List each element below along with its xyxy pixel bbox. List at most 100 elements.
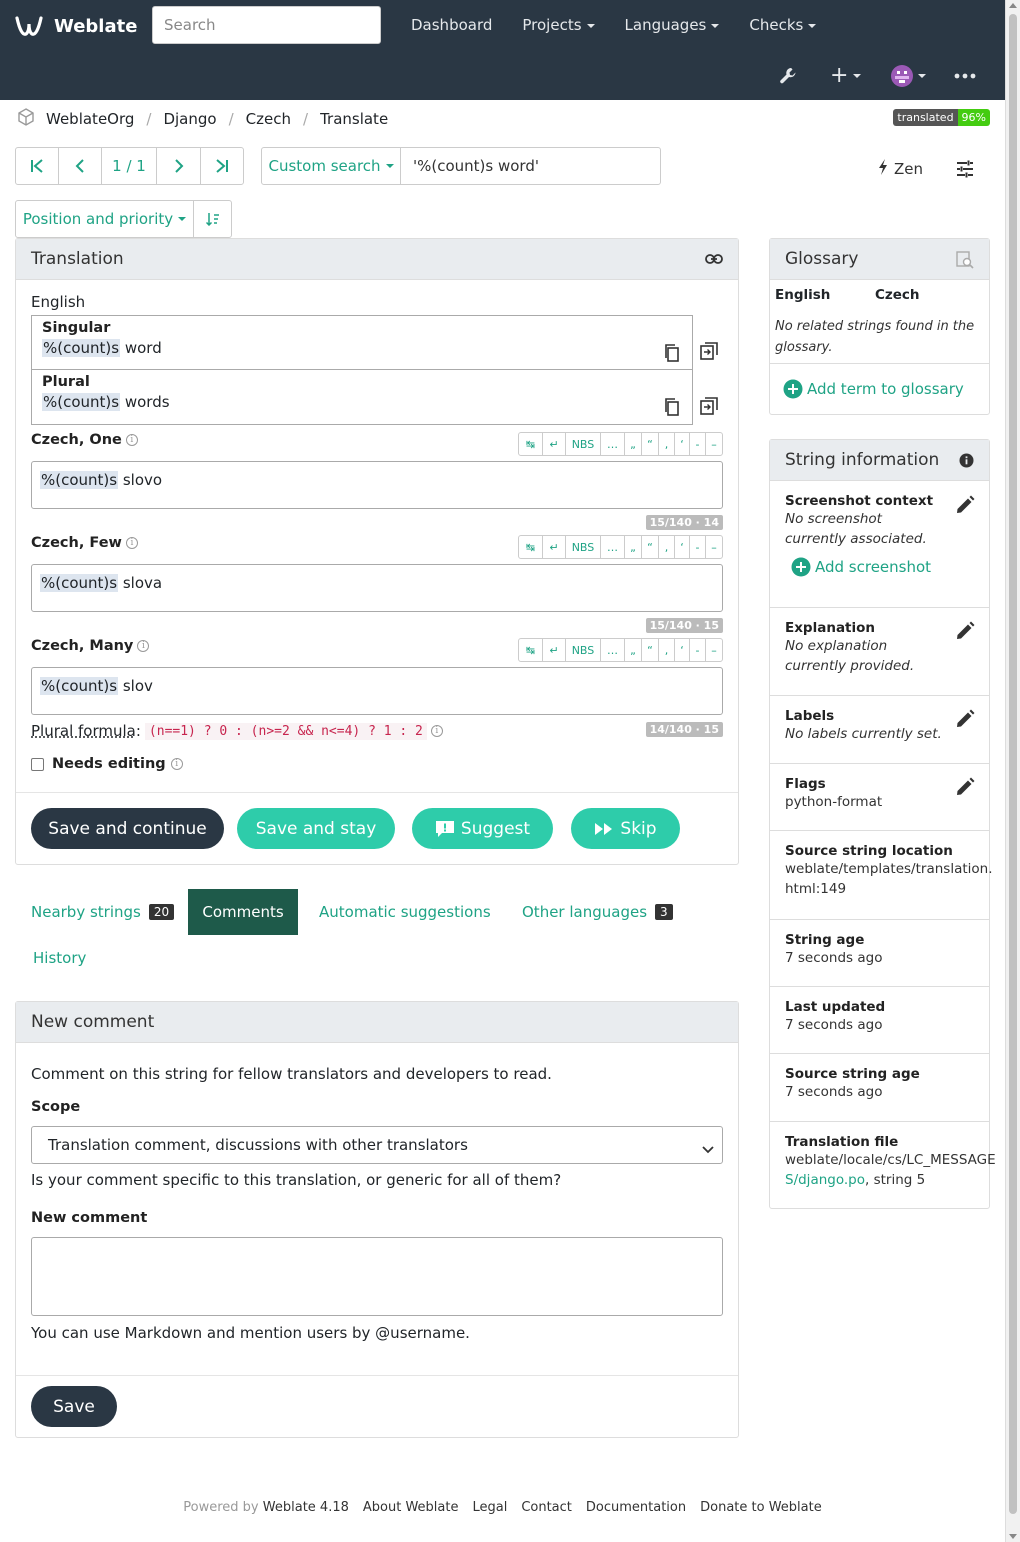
tab-char-button[interactable]: ↹ xyxy=(519,433,543,455)
tab-comments[interactable]: Comments xyxy=(188,889,298,935)
breadcrumb-component[interactable]: Django xyxy=(163,110,216,128)
breadcrumb-language[interactable]: Czech xyxy=(246,110,291,128)
sort-dropdown[interactable]: Position and priority xyxy=(16,201,194,237)
add-menu[interactable]: + xyxy=(830,54,862,98)
add-screenshot-link[interactable]: Add screenshot xyxy=(791,557,974,577)
newline-char-button[interactable]: ↵ xyxy=(543,536,566,558)
ellipsis-button[interactable]: … xyxy=(601,639,625,661)
edit-pencil-icon[interactable] xyxy=(955,495,975,519)
suggest-button[interactable]: Suggest xyxy=(412,808,553,849)
translation-file-link-2[interactable]: S/django.po xyxy=(785,1172,865,1188)
copy-icon[interactable] xyxy=(664,398,680,420)
source-location-link-1[interactable]: weblate/templates/translation. xyxy=(785,859,993,879)
brand[interactable]: Weblate xyxy=(14,12,137,40)
newline-char-button[interactable]: ↵ xyxy=(543,433,566,455)
link-icon[interactable] xyxy=(705,251,723,271)
comma-button[interactable]: , xyxy=(659,639,675,661)
quote-high-button[interactable]: “ xyxy=(642,639,659,661)
search-query-input[interactable]: '%(count)s word' xyxy=(401,148,539,184)
edit-pencil-icon[interactable] xyxy=(955,621,975,645)
copy-icon[interactable] xyxy=(664,344,680,366)
tab-automatic-suggestions[interactable]: Automatic suggestions xyxy=(319,889,491,935)
search-input[interactable]: Search xyxy=(152,6,381,44)
translation-status-badge[interactable]: translated 96% xyxy=(893,109,990,126)
en-dash-button[interactable]: – xyxy=(706,536,722,558)
info-icon[interactable]: i xyxy=(170,758,183,770)
clone-source-icon[interactable] xyxy=(700,397,718,419)
quote-low-button[interactable]: „ xyxy=(625,433,642,455)
edit-pencil-icon[interactable] xyxy=(955,709,975,733)
hyphen-button[interactable]: - xyxy=(690,639,706,661)
sort-direction-button[interactable] xyxy=(194,201,231,237)
source-location-link-2[interactable]: html:149 xyxy=(785,879,974,899)
single-quote-button[interactable]: ‘ xyxy=(675,433,690,455)
nav-projects[interactable]: Projects xyxy=(507,0,609,50)
info-icon[interactable]: i xyxy=(430,725,443,737)
nbsp-button[interactable]: NBS xyxy=(566,433,601,455)
next-button[interactable] xyxy=(157,148,201,184)
nbsp-button[interactable]: NBS xyxy=(566,536,601,558)
quote-high-button[interactable]: “ xyxy=(642,536,659,558)
single-quote-button[interactable]: ‘ xyxy=(675,639,690,661)
footer-donate-link[interactable]: Donate to Weblate xyxy=(700,1500,822,1515)
comma-button[interactable]: , xyxy=(659,536,675,558)
footer-contact-link[interactable]: Contact xyxy=(521,1500,572,1515)
hyphen-button[interactable]: - xyxy=(690,433,706,455)
needs-editing-checkbox[interactable] xyxy=(31,757,44,771)
add-term-to-glossary-link[interactable]: Add term to glossary xyxy=(783,379,964,399)
en-dash-button[interactable]: – xyxy=(706,433,722,455)
info-icon[interactable]: i xyxy=(125,434,138,446)
edit-pencil-icon[interactable] xyxy=(955,777,975,801)
footer-about-link[interactable]: About Weblate xyxy=(363,1500,459,1515)
previous-button[interactable] xyxy=(59,148,102,184)
save-comment-button[interactable]: Save xyxy=(31,1386,117,1427)
breadcrumb-project[interactable]: WeblateOrg xyxy=(46,110,134,128)
info-icon[interactable]: i xyxy=(125,537,138,549)
save-and-continue-button[interactable]: Save and continue xyxy=(31,808,224,849)
nav-languages[interactable]: Languages xyxy=(610,0,735,50)
settings-tune-icon[interactable] xyxy=(956,160,974,182)
quote-low-button[interactable]: „ xyxy=(625,536,642,558)
en-dash-button[interactable]: – xyxy=(706,639,722,661)
save-and-stay-button[interactable]: Save and stay xyxy=(237,808,395,849)
last-button[interactable] xyxy=(201,148,243,184)
translation-input-many[interactable]: %(count)s slov xyxy=(31,667,723,715)
comma-button[interactable]: , xyxy=(659,433,675,455)
scrollbar-thumb[interactable] xyxy=(1009,14,1017,1514)
scrollbar[interactable] xyxy=(1005,0,1020,1542)
search-scope-dropdown[interactable]: Custom search xyxy=(262,148,401,184)
single-quote-button[interactable]: ‘ xyxy=(675,536,690,558)
newline-char-button[interactable]: ↵ xyxy=(543,639,566,661)
wrench-icon[interactable] xyxy=(778,54,798,98)
footer-legal-link[interactable]: Legal xyxy=(472,1500,507,1515)
new-comment-textarea[interactable] xyxy=(31,1237,723,1316)
quote-high-button[interactable]: “ xyxy=(642,433,659,455)
scroll-down-arrow-icon[interactable] xyxy=(1009,1534,1017,1539)
ellipsis-button[interactable]: … xyxy=(601,536,625,558)
skip-button[interactable]: Skip xyxy=(571,808,680,849)
scroll-up-arrow-icon[interactable] xyxy=(1009,3,1017,8)
translation-input-one[interactable]: %(count)s slovo xyxy=(31,461,723,509)
ellipsis-button[interactable]: … xyxy=(601,433,625,455)
tab-char-button[interactable]: ↹ xyxy=(519,536,543,558)
tab-history[interactable]: History xyxy=(33,935,86,981)
glossary-search-icon[interactable] xyxy=(956,251,974,274)
nbsp-button[interactable]: NBS xyxy=(566,639,601,661)
nav-dashboard[interactable]: Dashboard xyxy=(396,0,507,50)
quote-low-button[interactable]: „ xyxy=(625,639,642,661)
zen-button[interactable]: Zen xyxy=(878,150,923,188)
scope-select[interactable]: Translation comment, discussions with ot… xyxy=(31,1126,723,1164)
tab-nearby-strings[interactable]: Nearby strings 20 xyxy=(31,889,175,935)
tab-char-button[interactable]: ↹ xyxy=(519,639,543,661)
first-button[interactable] xyxy=(16,148,59,184)
hyphen-button[interactable]: - xyxy=(690,536,706,558)
nav-checks[interactable]: Checks xyxy=(734,0,831,50)
footer-version-link[interactable]: Weblate 4.18 xyxy=(263,1500,349,1515)
translation-input-few[interactable]: %(count)s slova xyxy=(31,564,723,612)
footer-documentation-link[interactable]: Documentation xyxy=(586,1500,686,1515)
more-icon[interactable] xyxy=(954,54,976,98)
info-circle-icon[interactable] xyxy=(959,453,974,473)
tab-other-languages[interactable]: Other languages 3 xyxy=(522,889,673,935)
clone-source-icon[interactable] xyxy=(700,342,718,364)
info-icon[interactable]: i xyxy=(137,640,150,652)
